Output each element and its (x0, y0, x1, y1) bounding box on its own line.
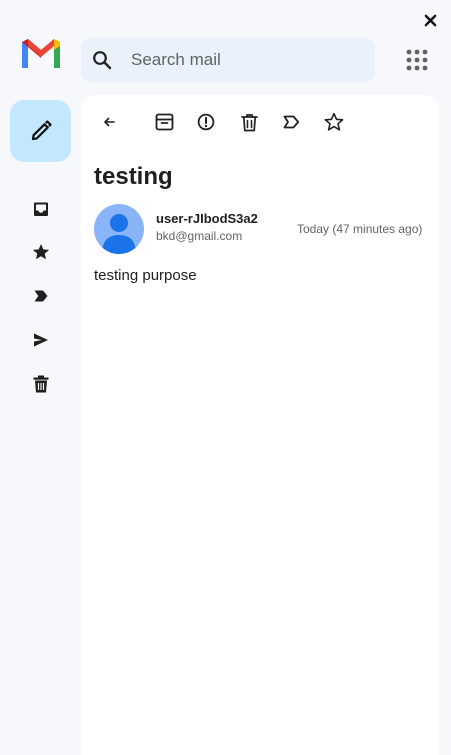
close-button[interactable] (420, 10, 440, 30)
label-icon (283, 115, 299, 129)
email-date: Today (47 minutes ago) (297, 222, 423, 236)
gmail-logo-icon (22, 39, 60, 68)
email-body: testing purpose (94, 267, 197, 284)
star-button[interactable] (323, 111, 345, 133)
back-button[interactable] (98, 111, 120, 133)
sidebar-item-starred[interactable] (30, 241, 52, 263)
label-button[interactable] (280, 111, 302, 133)
close-icon (424, 14, 436, 26)
report-spam-icon (197, 113, 215, 131)
sidebar-item-important[interactable] (30, 285, 52, 307)
sender-email: bkd@gmail.com (156, 229, 243, 243)
compose-button[interactable] (10, 100, 71, 162)
user-avatar-icon (102, 214, 136, 254)
report-spam-button[interactable] (195, 111, 217, 133)
search-icon[interactable] (91, 49, 113, 71)
sidebar-item-sent[interactable] (30, 329, 52, 351)
gmail-logo[interactable] (19, 36, 63, 70)
sender-name: user-rJIbodS3a2 (156, 211, 258, 226)
delete-button[interactable] (238, 111, 260, 133)
trash-icon (33, 375, 49, 393)
label-icon (34, 290, 48, 302)
email-view: testing user-rJIbodS3a2 bkd@gmail.com To… (81, 95, 439, 755)
archive-icon (155, 113, 173, 131)
apps-button[interactable] (406, 49, 428, 71)
star-icon (32, 244, 50, 260)
inbox-icon (34, 202, 48, 216)
sidebar-item-inbox[interactable] (30, 198, 52, 220)
send-icon (34, 333, 48, 347)
pencil-icon (31, 120, 52, 141)
star-icon (324, 112, 344, 131)
email-subject: testing (94, 163, 173, 190)
sidebar-item-trash[interactable] (30, 373, 52, 395)
archive-button[interactable] (153, 111, 175, 133)
back-icon (104, 117, 115, 127)
search-input[interactable] (131, 50, 351, 70)
delete-icon (240, 113, 258, 131)
search-bar[interactable] (81, 38, 375, 82)
avatar (94, 204, 144, 254)
apps-grid-icon (406, 49, 428, 71)
